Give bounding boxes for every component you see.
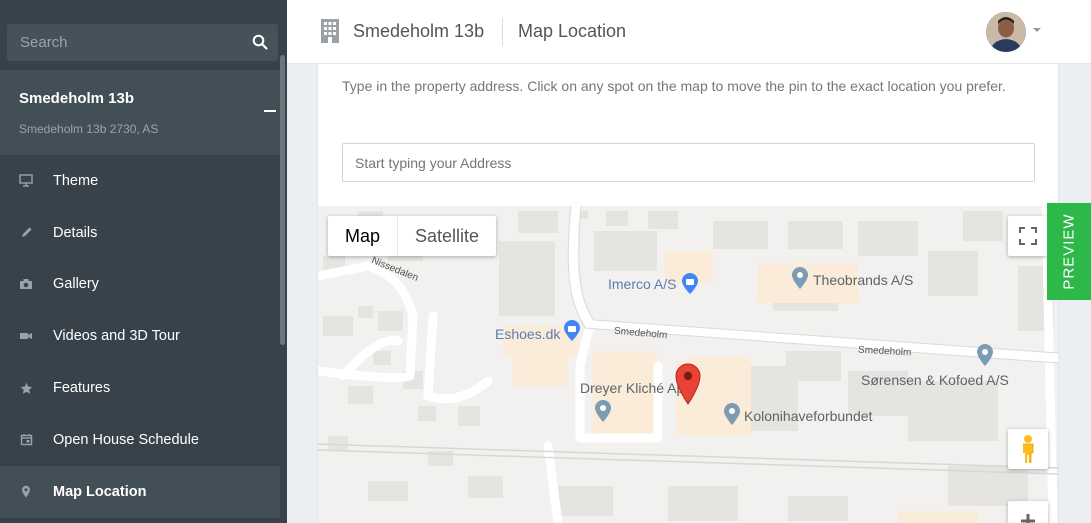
- sidebar-item-label: Open House Schedule: [53, 431, 199, 448]
- calendar-icon: [19, 433, 33, 447]
- sidebar-nav: Theme Details Gallery Videos and 3D Tour…: [0, 155, 280, 518]
- poi-sorensen-kofoed[interactable]: Sørensen & Kofoed A/S: [861, 372, 1009, 388]
- page-title: Smedeholm 13b: [353, 21, 485, 41]
- sidebar-item-features[interactable]: Features: [0, 362, 280, 414]
- sidebar-item-theme[interactable]: Theme: [0, 155, 280, 207]
- place-marker-icon: [595, 400, 611, 422]
- poi-label: Dreyer Kliché Ap: [580, 380, 685, 396]
- map-type-satellite-button[interactable]: Satellite: [397, 216, 496, 256]
- sidebar-item-map-location[interactable]: Map Location: [0, 465, 280, 518]
- sidebar-item-label: Features: [53, 380, 111, 397]
- zoom-in-button[interactable]: [1008, 501, 1048, 523]
- shopping-bag-icon: [682, 273, 698, 294]
- shopping-bag-icon: [564, 320, 580, 341]
- pegman-icon: [1023, 435, 1034, 463]
- camera-icon: [19, 277, 33, 291]
- instructions-text: Type in the property address. Click on a…: [342, 78, 1006, 94]
- avatar[interactable]: [986, 12, 1026, 52]
- poi-theobrands[interactable]: Theobrands A/S: [813, 272, 913, 288]
- property-header: Smedeholm 13b Smedeholm 13b 2730, AS: [0, 70, 280, 155]
- property-address: Smedeholm 13b 2730, AS: [19, 122, 159, 136]
- place-marker-icon: [977, 344, 993, 366]
- poi-label: Kolonihaveforbundet: [744, 408, 873, 424]
- search-icon[interactable]: [252, 34, 268, 50]
- sidebar-item-label: Theme: [53, 172, 99, 189]
- poi-kolonihaveforbundet[interactable]: Kolonihaveforbundet: [744, 408, 872, 424]
- collapse-icon[interactable]: [264, 110, 276, 112]
- map-pin-icon: [19, 485, 33, 499]
- building-icon: [321, 19, 339, 43]
- sidebar-item-label: Map Location: [53, 483, 147, 500]
- sidebar-item-open-house[interactable]: Open House Schedule: [0, 414, 280, 466]
- poi-label: Sørensen & Kofoed A/S: [861, 372, 1009, 388]
- street-view-button[interactable]: [1008, 429, 1048, 469]
- video-camera-icon: [19, 329, 33, 343]
- poi-label: Eshoes.dk: [495, 326, 561, 342]
- sidebar-item-label: Videos and 3D Tour: [53, 328, 180, 345]
- sidebar-item-details[interactable]: Details: [0, 207, 280, 259]
- map-type-map-button[interactable]: Map: [328, 216, 397, 256]
- star-icon: [19, 381, 33, 395]
- fullscreen-icon: [1019, 227, 1037, 245]
- top-bar: Smedeholm 13b Map Location: [287, 0, 1091, 64]
- place-marker-icon: [724, 403, 740, 425]
- place-marker-icon: [792, 267, 808, 289]
- fullscreen-button[interactable]: [1008, 216, 1048, 256]
- plus-icon: [1021, 514, 1035, 523]
- chevron-down-icon[interactable]: [1033, 28, 1041, 32]
- property-name: Smedeholm 13b: [19, 90, 135, 107]
- theme-icon: [19, 174, 33, 188]
- poi-label: Theobrands A/S: [813, 272, 914, 288]
- map-type-control: Map Satellite: [328, 216, 497, 256]
- sidebar-item-label: Details: [53, 224, 98, 241]
- poi-imerco[interactable]: Imerco A/S: [608, 276, 676, 292]
- pencil-icon: [19, 226, 33, 240]
- poi-label: Imerco A/S: [608, 276, 677, 292]
- sidebar-item-gallery[interactable]: Gallery: [0, 259, 280, 311]
- map-canvas[interactable]: Nissedalen Smedeholm Smedeholm Imerco A/…: [318, 206, 1058, 523]
- sidebar: Smedeholm 13b Smedeholm 13b 2730, AS The…: [0, 0, 287, 523]
- poi-dreyer-kliche[interactable]: Dreyer Kliché Ap: [580, 380, 684, 396]
- search-input[interactable]: [7, 24, 278, 61]
- preview-label: PREVIEW: [1060, 213, 1078, 290]
- title-divider: [502, 18, 503, 46]
- section-title: Map Location: [518, 21, 627, 41]
- property-pin-icon[interactable]: [675, 363, 701, 405]
- address-input[interactable]: [342, 143, 1035, 182]
- poi-eshoes[interactable]: Eshoes.dk: [495, 326, 560, 342]
- sidebar-scrollbar[interactable]: [280, 55, 285, 345]
- sidebar-item-label: Gallery: [53, 276, 99, 293]
- sidebar-search: [7, 24, 278, 61]
- preview-button[interactable]: PREVIEW: [1047, 203, 1091, 300]
- sidebar-item-videos[interactable]: Videos and 3D Tour: [0, 310, 280, 362]
